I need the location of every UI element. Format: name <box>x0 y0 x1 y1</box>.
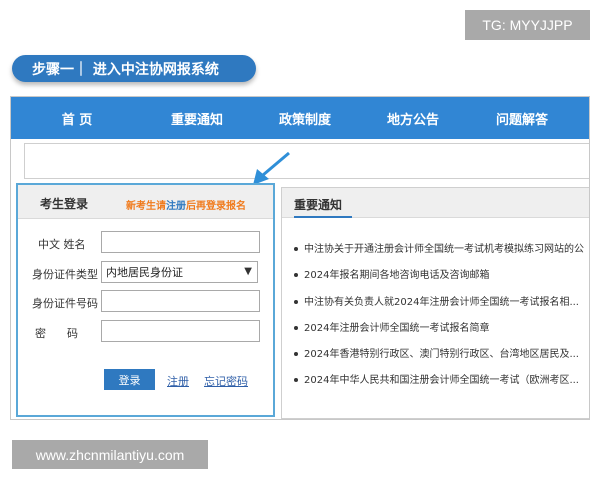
notice-item-text: 中注协有关负责人就2024年注册会计师全国统一考试报名相... <box>304 297 579 308</box>
register-hint-link[interactable]: 注册 <box>166 201 186 212</box>
notice-title-underline <box>294 216 352 218</box>
id-type-select[interactable]: 内地居民身份证 ▼ <box>101 261 258 283</box>
id-type-value: 内地居民身份证 <box>106 266 183 279</box>
nav-policies[interactable]: 政策制度 <box>251 97 359 139</box>
banner-area <box>24 143 589 179</box>
forgot-password-link[interactable]: 忘记密码 <box>204 373 248 389</box>
notice-item[interactable]: 中注协关于开通注册会计师全国统一考试机考模拟练习网站的公 <box>294 240 589 255</box>
bullet-icon <box>294 247 298 251</box>
login-header: 考生登录 新考生请注册后再登录报名 <box>18 185 273 219</box>
notice-item-text: 2024年香港特别行政区、澳门特别行政区、台湾地区居民及... <box>304 349 579 360</box>
notice-item-text: 2024年中华人民共和国注册会计师全国统一考试（欧洲考区... <box>304 375 579 386</box>
notice-item-text: 2024年注册会计师全国统一考试报名简章 <box>304 323 490 334</box>
name-input[interactable] <box>101 231 260 253</box>
notice-panel: 重要通知 中注协关于开通注册会计师全国统一考试机考模拟练习网站的公 2024年报… <box>281 187 589 419</box>
bullet-icon <box>294 300 298 304</box>
bullet-icon <box>294 378 298 382</box>
login-title: 考生登录 <box>40 197 89 211</box>
name-label: 中文 姓名 <box>38 238 86 251</box>
watermark-bottom: www.zhcnmilantiyu.com <box>12 440 208 469</box>
notice-item[interactable]: 2024年注册会计师全国统一考试报名简章 <box>294 319 589 334</box>
register-hint-suffix: 后再登录报名 <box>186 201 246 212</box>
notice-header: 重要通知 <box>282 188 589 218</box>
password-input[interactable] <box>101 320 260 342</box>
notice-item-text: 中注协关于开通注册会计师全国统一考试机考模拟练习网站的公 <box>304 244 584 255</box>
notice-item[interactable]: 2024年香港特别行政区、澳门特别行政区、台湾地区居民及... <box>294 345 589 360</box>
bullet-icon <box>294 352 298 356</box>
nav-important-notices[interactable]: 重要通知 <box>143 97 251 139</box>
watermark-top: TG: MYYJJPP <box>465 10 590 40</box>
notice-item[interactable]: 中注协有关负责人就2024年注册会计师全国统一考试报名相... <box>294 293 589 308</box>
nav-faq[interactable]: 问题解答 <box>467 97 577 139</box>
register-hint-prefix: 新考生请 <box>126 201 166 212</box>
id-number-label: 身份证件号码 <box>32 297 98 310</box>
nav-home[interactable]: 首 页 <box>11 97 143 139</box>
id-number-input[interactable] <box>101 290 260 312</box>
nav-local-announcements[interactable]: 地方公告 <box>359 97 467 139</box>
register-link[interactable]: 注册 <box>167 373 189 389</box>
notice-item-text: 2024年报名期间各地咨询电话及咨询邮箱 <box>304 270 490 281</box>
notice-item[interactable]: 2024年中华人民共和国注册会计师全国统一考试（欧洲考区... <box>294 371 589 386</box>
bullet-icon <box>294 326 298 330</box>
login-panel: 考生登录 新考生请注册后再登录报名 中文 姓名 身份证件类型 内地居民身份证 ▼… <box>16 183 275 417</box>
notice-item[interactable]: 2024年报名期间各地咨询电话及咨询邮箱 <box>294 266 589 281</box>
register-hint: 新考生请注册后再登录报名 <box>126 197 246 212</box>
chevron-down-icon: ▼ <box>244 266 252 277</box>
bullet-icon <box>294 273 298 277</box>
page-root: TG: MYYJJPP 步骤一｜ 进入中注协网报系统 首 页 重要通知 政策制度… <box>0 0 600 480</box>
website-screenshot: 首 页 重要通知 政策制度 地方公告 问题解答 考生登录 新考生请注册后再登录报… <box>10 96 590 420</box>
notice-title: 重要通知 <box>294 198 343 212</box>
id-type-label: 身份证件类型 <box>32 268 98 281</box>
top-nav: 首 页 重要通知 政策制度 地方公告 问题解答 <box>11 97 589 139</box>
login-button[interactable]: 登录 <box>104 369 155 390</box>
step-one-banner: 步骤一｜ 进入中注协网报系统 <box>12 55 256 82</box>
password-label: 密 码 <box>35 327 78 340</box>
